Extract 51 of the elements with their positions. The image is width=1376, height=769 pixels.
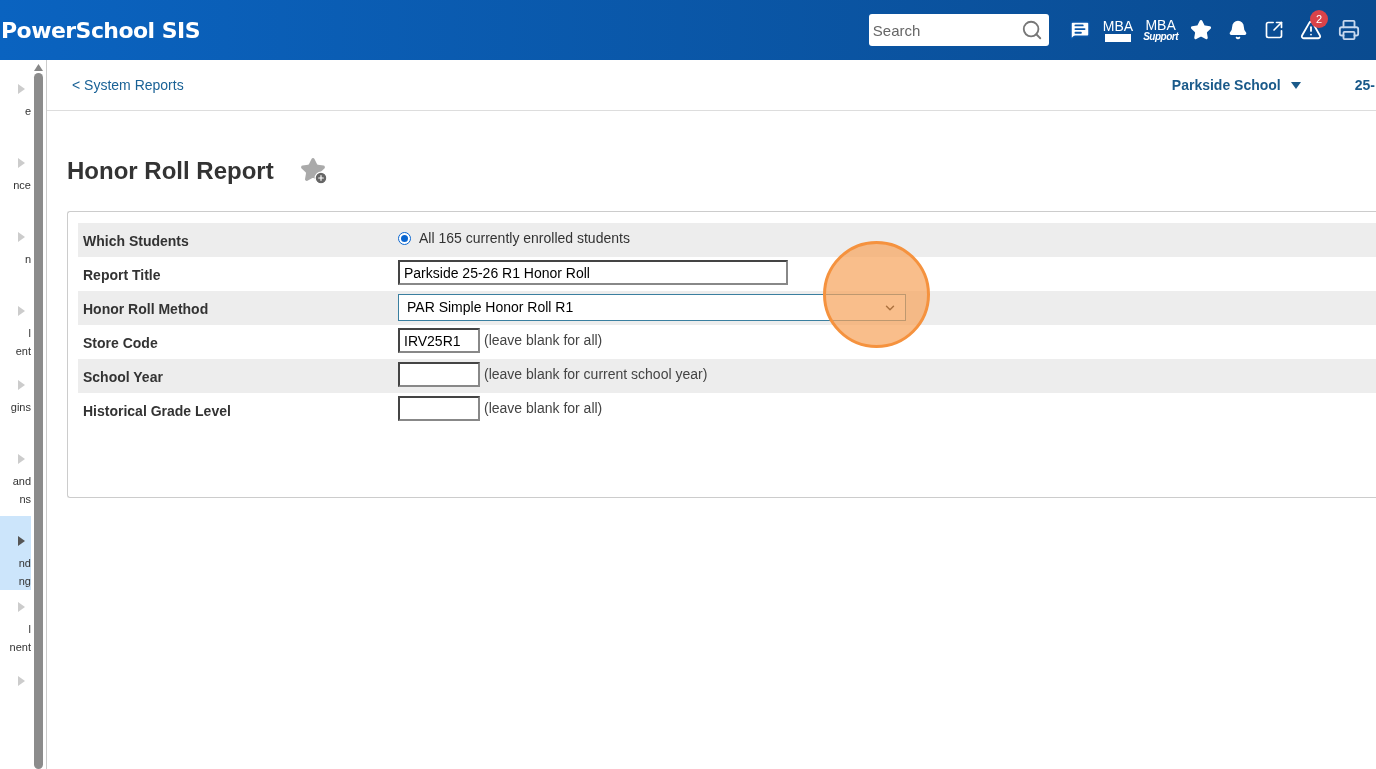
field-label: Historical Grade Level — [83, 403, 231, 419]
notification-badge: 2 — [1310, 10, 1328, 28]
expand-arrow-icon — [18, 676, 25, 686]
mba-button[interactable]: MBA — [1102, 18, 1134, 42]
brand-title[interactable]: PowerSchool SIS — [1, 13, 200, 47]
search-field[interactable]: Search — [868, 14, 1049, 46]
input-field[interactable]: IRV25R1 — [398, 328, 480, 353]
radio-label: All 165 currently enrolled students — [419, 229, 630, 248]
add-favorite-icon[interactable] — [299, 157, 328, 185]
radio-button[interactable] — [398, 232, 411, 245]
field-label: Store Code — [83, 335, 158, 351]
external-link-icon[interactable] — [1264, 20, 1284, 40]
input-field[interactable] — [398, 362, 480, 387]
field-label: Report Title — [83, 267, 161, 283]
sidebar-item[interactable]: l ent — [0, 294, 31, 368]
sidebar-item[interactable]: nce — [0, 146, 31, 220]
expand-arrow-icon — [18, 454, 25, 464]
sidebar-item[interactable]: l nent — [0, 590, 31, 664]
sidebar-item[interactable]: e — [0, 72, 31, 146]
text-field[interactable]: Parkside 25-26 R1 Honor Roll — [398, 260, 788, 285]
mba-support-button[interactable]: MBA Support — [1143, 18, 1178, 42]
search-icon[interactable] — [1020, 19, 1043, 41]
sidebar-item[interactable]: nd ng — [0, 516, 31, 590]
message-icon[interactable] — [1068, 19, 1091, 41]
school-selector[interactable]: Parkside School — [1171, 74, 1301, 96]
term-selector[interactable]: 25- — [1354, 74, 1375, 96]
field-hint: (leave blank for current school year) — [484, 365, 708, 384]
expand-arrow-icon — [18, 158, 25, 168]
printer-icon[interactable] — [1338, 19, 1360, 41]
field-hint: (leave blank for all) — [484, 399, 603, 418]
expand-arrow-icon — [18, 306, 25, 316]
expand-arrow-icon — [18, 536, 25, 546]
input-field[interactable] — [398, 396, 480, 421]
sidebar-item[interactable]: and ns — [0, 442, 31, 516]
expand-arrow-icon — [18, 380, 25, 390]
field-hint: (leave blank for all) — [484, 331, 603, 350]
field-label: Which Students — [83, 233, 189, 249]
bell-icon[interactable] — [1228, 20, 1248, 40]
page-title: Honor Roll Report — [67, 156, 274, 186]
scrollbar-thumb[interactable] — [34, 73, 43, 769]
sidebar-item[interactable]: n — [0, 220, 31, 294]
breadcrumb-link[interactable]: < System Reports — [72, 74, 184, 96]
field-label: Honor Roll Method — [83, 301, 209, 317]
caret-down-icon — [1290, 81, 1301, 89]
sidebar-item[interactable]: gins — [0, 368, 31, 442]
field-label: School Year — [83, 369, 163, 385]
expand-arrow-icon — [18, 84, 25, 94]
expand-arrow-icon — [18, 232, 25, 242]
expand-arrow-icon — [18, 602, 25, 612]
scroll-up-arrow-icon[interactable] — [34, 64, 43, 71]
star-icon[interactable] — [1190, 19, 1212, 41]
